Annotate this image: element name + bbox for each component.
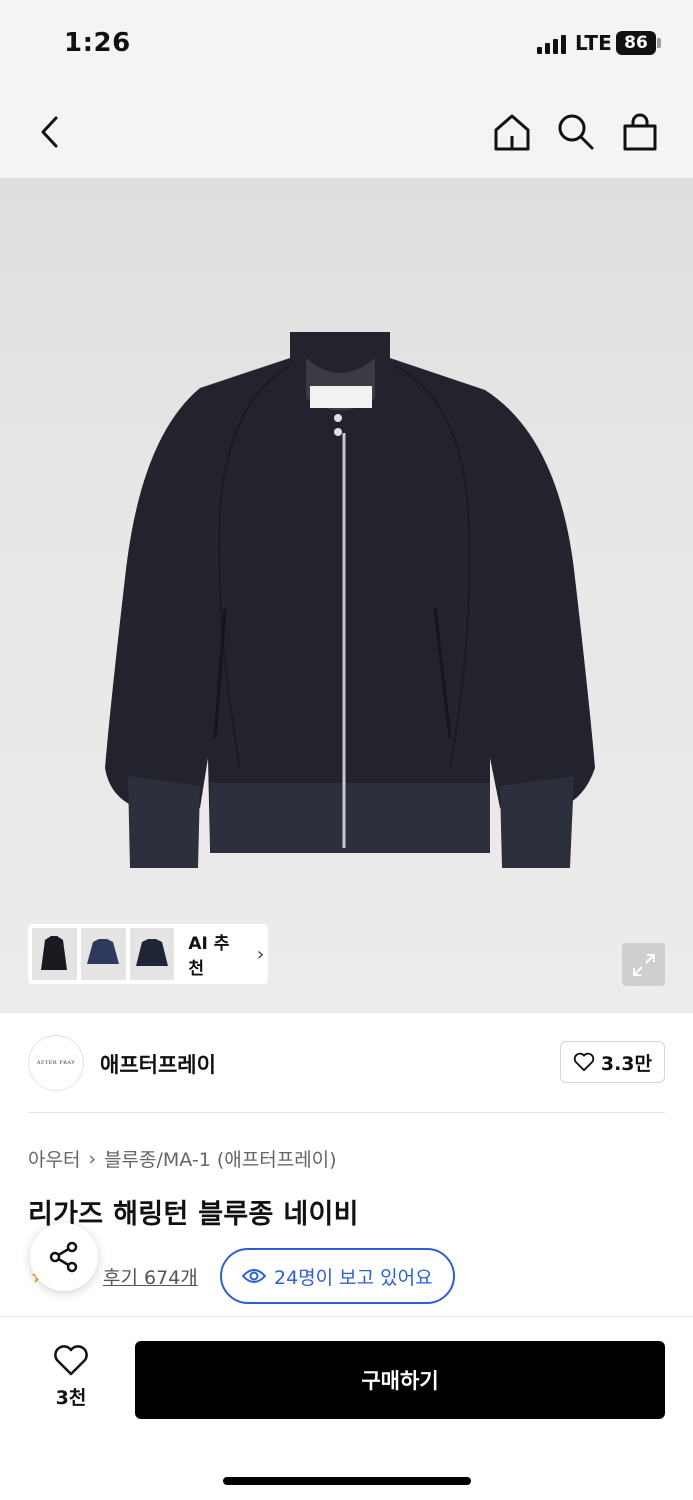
product-jacket-image: [105, 332, 595, 868]
wish-button[interactable]: 3천: [40, 1345, 102, 1410]
chevron-left-icon: [41, 116, 58, 148]
chevron-right-icon: ›: [88, 1147, 97, 1170]
brand-name[interactable]: 애프터프레이: [100, 1049, 216, 1079]
heart-icon: [54, 1345, 88, 1376]
wish-count: 3천: [55, 1387, 87, 1409]
review-link[interactable]: 후기 674개: [103, 1263, 198, 1290]
brand-logo[interactable]: AFTER PRAY: [28, 1035, 84, 1091]
breadcrumb-category[interactable]: 아우터: [28, 1145, 80, 1172]
top-nav-bar: [0, 90, 693, 178]
thumbnail-navy-bomber[interactable]: [80, 928, 126, 980]
search-icon: [558, 114, 594, 150]
thumbnail-navy-jacket[interactable]: [129, 928, 175, 980]
buy-button[interactable]: 구매하기: [135, 1341, 665, 1419]
expand-icon: [632, 953, 655, 976]
heart-icon: [573, 1052, 595, 1072]
home-indicator: [223, 1477, 471, 1485]
viewers-text: 24명이 보고 있어요: [274, 1266, 433, 1289]
ai-recommend-strip[interactable]: AI 추천 ›: [28, 924, 268, 984]
battery-tip: [657, 38, 661, 48]
status-time: 1:26: [64, 28, 131, 58]
eye-icon: [242, 1269, 266, 1283]
brand-like-count: 3.3만: [600, 1052, 652, 1075]
share-button[interactable]: [30, 1223, 98, 1291]
signal-icon: [537, 34, 569, 54]
share-icon: [49, 1241, 78, 1273]
home-icon: [494, 114, 530, 151]
expand-image-button[interactable]: [622, 943, 665, 986]
divider: [28, 1112, 665, 1113]
shopping-bag-icon: [623, 113, 657, 151]
breadcrumb: 아우터 › 블루종/MA-1 (애프터프레이): [28, 1145, 337, 1172]
network-label: LTE: [575, 31, 612, 55]
home-button[interactable]: [488, 108, 536, 156]
brand-logo-text: AFTER PRAY: [36, 1060, 76, 1066]
viewers-badge: 24명이 보고 있어요: [220, 1248, 455, 1304]
product-image-area[interactable]: AI 추천 ›: [0, 178, 693, 1013]
cart-button[interactable]: [616, 108, 664, 156]
breadcrumb-subcategory[interactable]: 블루종/MA-1 (애프터프레이): [104, 1145, 337, 1172]
brand-row[interactable]: AFTER PRAY 애프터프레이 3.3만: [28, 1035, 665, 1091]
chevron-right-icon: ›: [256, 943, 265, 965]
back-button[interactable]: [26, 108, 74, 156]
thumbnail-black-jacket[interactable]: [32, 928, 77, 980]
ai-recommend-label[interactable]: AI 추천: [188, 929, 244, 979]
brand-like-button[interactable]: 3.3만: [559, 1041, 665, 1083]
bottom-action-bar: 3천 구매하기: [0, 1316, 693, 1500]
search-button[interactable]: [552, 108, 600, 156]
battery-icon: 86: [616, 31, 656, 55]
status-bar: 1:26 LTE 86: [0, 0, 693, 90]
